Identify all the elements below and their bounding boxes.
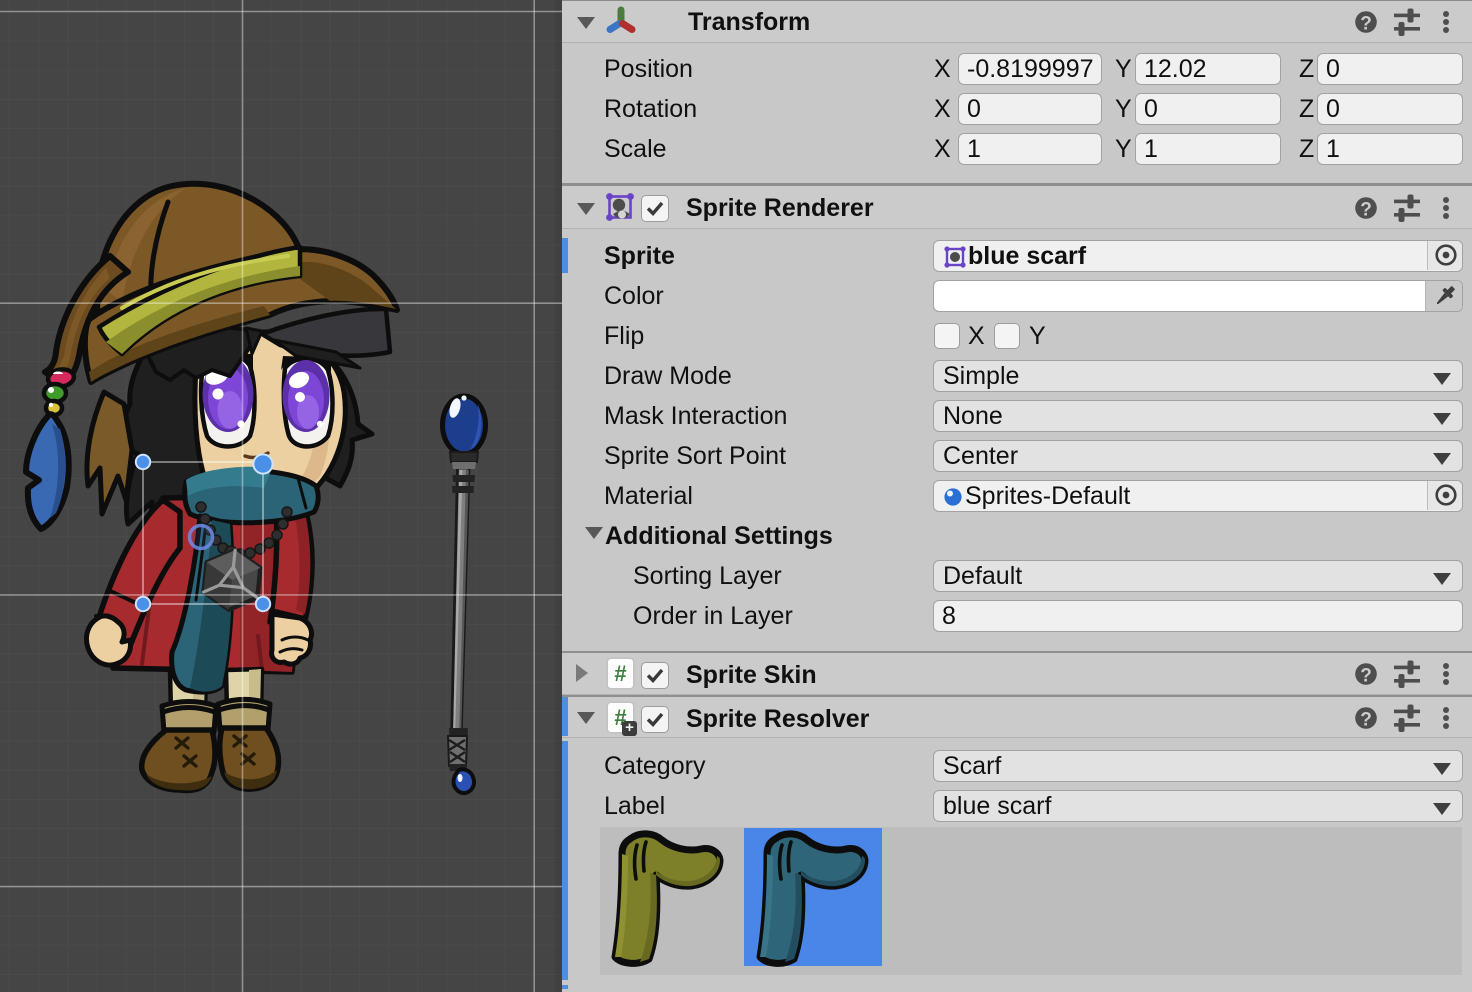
svg-text:?: ? <box>1360 710 1372 731</box>
svg-text:?: ? <box>1360 666 1372 687</box>
svg-text:?: ? <box>1360 200 1372 221</box>
svg-text:?: ? <box>1360 14 1372 35</box>
